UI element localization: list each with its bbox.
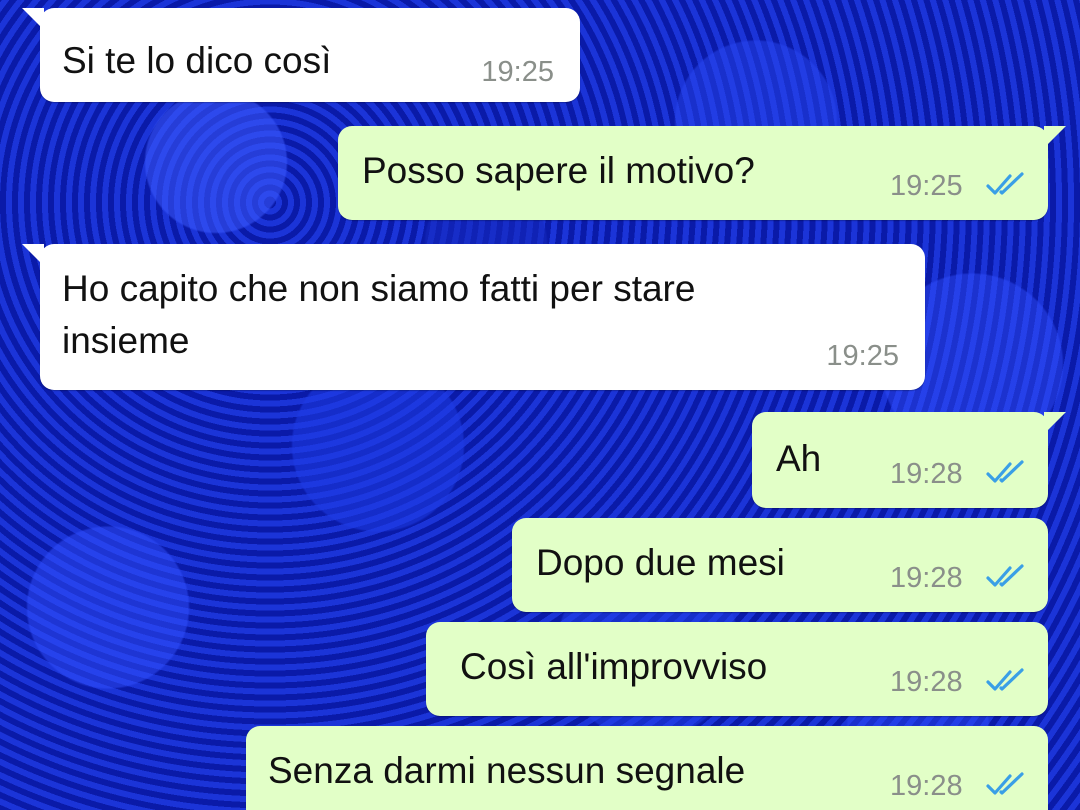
message-timestamp: 19:25: [826, 340, 899, 372]
message-text: Così all'improvviso: [460, 646, 768, 687]
message-timestamp: 19:28: [890, 770, 963, 802]
read-receipt-icon: [986, 172, 1024, 195]
incoming-message[interactable]: Ho capito che non siamo fatti per stare …: [22, 244, 925, 390]
outgoing-message[interactable]: Ah 19:28: [752, 412, 1066, 508]
message-timestamp: 19:28: [890, 666, 963, 698]
read-receipt-icon: [986, 460, 1024, 483]
message-timestamp: 19:28: [890, 458, 963, 490]
read-receipt-icon: [986, 668, 1024, 691]
incoming-message[interactable]: Si te lo dico così 19:25: [22, 8, 580, 102]
outgoing-message[interactable]: Dopo due mesi 19:28: [512, 518, 1048, 612]
outgoing-message[interactable]: Posso sapere il motivo? 19:25: [338, 126, 1066, 220]
message-text: Dopo due mesi: [536, 542, 785, 583]
message-text: Posso sapere il motivo?: [362, 150, 755, 191]
outgoing-message[interactable]: Così all'improvviso 19:28: [426, 622, 1048, 716]
outgoing-message[interactable]: Senza darmi nessun segnale 19:28: [246, 726, 1048, 810]
message-text-line-1: Ho capito che non siamo fatti per stare: [62, 268, 696, 309]
message-text: Si te lo dico così: [62, 40, 332, 81]
message-timestamp: 19:25: [890, 170, 963, 202]
message-text: Ah: [776, 438, 822, 479]
message-timestamp: 19:28: [890, 562, 963, 594]
message-timestamp: 19:25: [481, 56, 554, 88]
message-text-line-2: insieme: [62, 320, 190, 361]
message-text: Senza darmi nessun segnale: [268, 750, 746, 791]
read-receipt-icon: [986, 772, 1024, 795]
read-receipt-icon: [986, 564, 1024, 587]
